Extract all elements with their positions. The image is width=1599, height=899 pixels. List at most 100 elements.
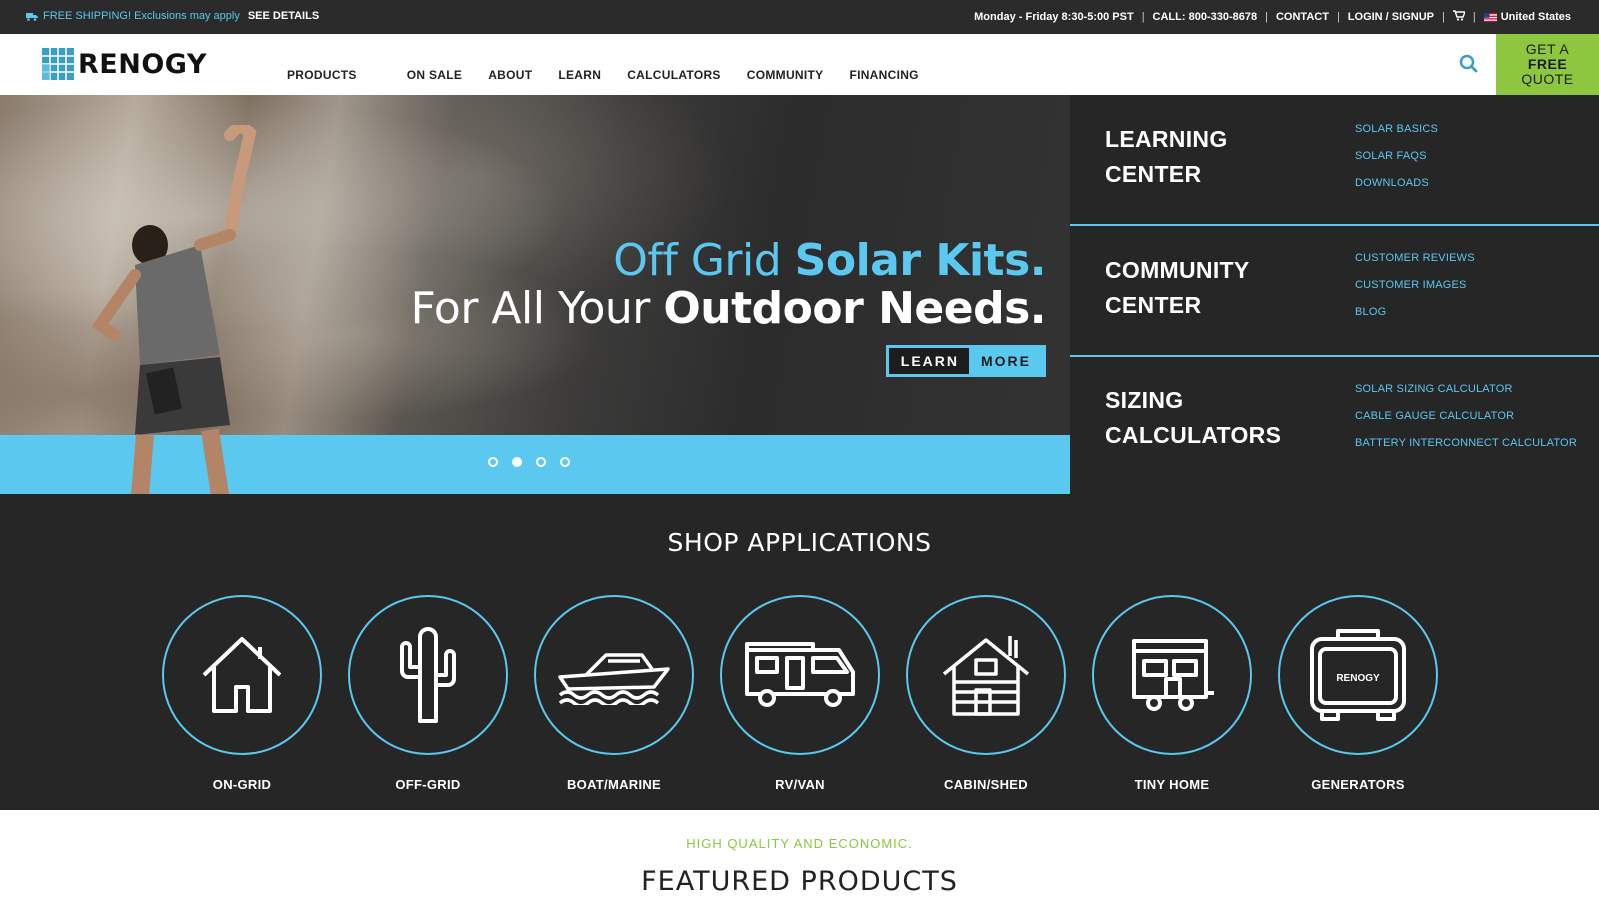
shop-applications-section: SHOP APPLICATIONS ON-GRID OFF-GRID BOAT/… <box>0 494 1599 810</box>
app-cabin-shed[interactable]: CABIN/SHED <box>906 595 1066 792</box>
search-icon[interactable] <box>1457 52 1481 76</box>
sizing-calculators-block: SIZING CALCULATORS SOLAR SIZING CALCULAT… <box>1070 357 1599 488</box>
renogy-logo[interactable]: RENOGY <box>42 48 207 80</box>
app-circle[interactable] <box>534 595 694 755</box>
learning-center-block: LEARNING CENTER SOLAR BASICS SOLAR FAQS … <box>1070 95 1599 226</box>
app-off-grid[interactable]: OFF-GRID <box>348 595 508 792</box>
quote-line-3: QUOTE <box>1521 71 1574 87</box>
link-blog[interactable]: BLOG <box>1355 306 1475 318</box>
app-label: OFF-GRID <box>395 777 461 792</box>
cart-icon[interactable] <box>1452 10 1466 24</box>
boat-icon <box>558 653 670 705</box>
hero-headline-2-bold: Outdoor Needs. <box>663 283 1046 334</box>
link-downloads[interactable]: DOWNLOADS <box>1355 177 1438 189</box>
community-center-title[interactable]: COMMUNITY CENTER <box>1105 253 1250 323</box>
app-circle[interactable] <box>1092 595 1252 755</box>
title-line: CALCULATORS <box>1105 422 1282 448</box>
link-solar-faqs[interactable]: SOLAR FAQS <box>1355 150 1438 162</box>
separator: | <box>1141 11 1145 23</box>
app-boat-marine[interactable]: BOAT/MARINE <box>534 595 694 792</box>
country-selector[interactable]: United States <box>1483 11 1571 23</box>
app-tiny-home[interactable]: TINY HOME <box>1092 595 1252 792</box>
hero-headline-1-light: Off Grid <box>613 235 795 286</box>
generator-brand-label: RENOGY <box>1336 672 1380 684</box>
link-solar-sizing-calculator[interactable]: SOLAR SIZING CALCULATOR <box>1355 383 1577 395</box>
tiny-home-icon <box>1132 639 1214 711</box>
app-circle[interactable] <box>720 595 880 755</box>
top-right-links: Monday - Friday 8:30-5:00 PST | CALL: 80… <box>974 10 1571 24</box>
nav-financing[interactable]: FINANCING <box>849 68 918 82</box>
title-line: CENTER <box>1105 161 1202 187</box>
nav-learn[interactable]: LEARN <box>558 68 601 82</box>
see-details-link[interactable]: SEE DETAILS <box>248 10 319 22</box>
app-circle[interactable] <box>906 595 1066 755</box>
learn-more-button[interactable]: LEARN MORE <box>885 345 1046 377</box>
carousel-dot-2[interactable] <box>512 457 522 467</box>
climber-image <box>91 125 257 494</box>
link-cable-gauge-calculator[interactable]: CABLE GAUGE CALCULATOR <box>1355 410 1577 422</box>
community-center-block: COMMUNITY CENTER CUSTOMER REVIEWS CUSTOM… <box>1070 226 1599 357</box>
link-solar-basics[interactable]: SOLAR BASICS <box>1355 123 1438 135</box>
hero-headline-2-light: For All Your <box>410 283 664 334</box>
separator: | <box>1265 11 1268 23</box>
house-icon <box>202 637 282 713</box>
app-label: ON-GRID <box>212 777 272 792</box>
learning-center-title[interactable]: LEARNING CENTER <box>1105 122 1228 192</box>
link-customer-reviews[interactable]: CUSTOMER REVIEWS <box>1355 252 1475 264</box>
free-shipping-link[interactable]: FREE SHIPPING! Exclusions may apply <box>26 10 240 22</box>
link-battery-interconnect-calculator[interactable]: BATTERY INTERCONNECT CALCULATOR <box>1355 437 1577 449</box>
app-generators[interactable]: RENOGY GENERATORS <box>1278 595 1438 792</box>
title-line: COMMUNITY <box>1105 257 1250 283</box>
carousel-dot-3[interactable] <box>536 457 546 467</box>
nav-products[interactable]: PRODUCTS <box>287 68 357 82</box>
app-circle[interactable] <box>162 595 322 755</box>
community-links: CUSTOMER REVIEWS CUSTOMER IMAGES BLOG <box>1355 252 1475 318</box>
main-nav: PRODUCTS ON SALE ABOUT LEARN CALCULATORS… <box>287 68 919 82</box>
phone-link[interactable]: CALL: 800-330-8678 <box>1153 11 1258 23</box>
app-label: RV/VAN <box>775 777 825 792</box>
country-label: United States <box>1500 11 1571 23</box>
hero-headline-2: For All Your Outdoor Needs. <box>410 283 1047 334</box>
nav-calculators[interactable]: CALCULATORS <box>627 68 721 82</box>
featured-section: HIGH QUALITY AND ECONOMIC. FEATURED PROD… <box>0 810 1599 899</box>
app-circle[interactable]: RENOGY <box>1278 595 1438 755</box>
shop-applications-title: SHOP APPLICATIONS <box>667 528 932 557</box>
contact-link[interactable]: CONTACT <box>1276 11 1329 23</box>
app-on-grid[interactable]: ON-GRID <box>162 595 322 792</box>
shipping-notice: FREE SHIPPING! Exclusions may apply SEE … <box>26 10 319 22</box>
top-utility-bar: FREE SHIPPING! Exclusions may apply SEE … <box>0 0 1599 34</box>
nav-on-sale[interactable]: ON SALE <box>407 68 462 82</box>
carousel-dots <box>488 457 570 467</box>
carousel-dot-1[interactable] <box>488 457 498 467</box>
app-label: CABIN/SHED <box>944 777 1028 792</box>
hero-headline-1-bold: Solar Kits. <box>794 235 1047 286</box>
app-circle[interactable] <box>348 595 508 755</box>
learning-links: SOLAR BASICS SOLAR FAQS DOWNLOADS <box>1355 123 1438 189</box>
app-rv-van[interactable]: RV/VAN <box>720 595 880 792</box>
app-label: BOAT/MARINE <box>566 777 662 792</box>
cabin-icon <box>942 636 1030 716</box>
learn-more-left: LEARN <box>888 348 969 374</box>
app-label: GENERATORS <box>1311 777 1405 792</box>
free-shipping-text: FREE SHIPPING! Exclusions may apply <box>43 10 240 22</box>
title-line: LEARNING <box>1105 126 1228 152</box>
login-signup-link[interactable]: LOGIN / SIGNUP <box>1348 11 1434 23</box>
hero-banner[interactable]: Off Grid Solar Kits. For All Your Outdoo… <box>0 95 1070 494</box>
carousel-dot-4[interactable] <box>560 457 570 467</box>
truck-icon <box>26 12 38 21</box>
learn-more-right: MORE <box>969 348 1043 374</box>
separator: | <box>1441 11 1445 23</box>
separator: | <box>1472 11 1476 23</box>
resource-panel: LEARNING CENTER SOLAR BASICS SOLAR FAQS … <box>1070 95 1599 494</box>
link-customer-images[interactable]: CUSTOMER IMAGES <box>1355 279 1475 291</box>
quote-line-2: FREE <box>1527 56 1568 72</box>
logo-grid-icon <box>42 48 74 80</box>
get-free-quote-button[interactable]: GET A FREE QUOTE <box>1496 34 1599 95</box>
cactus-icon <box>400 627 456 723</box>
title-line: CENTER <box>1105 292 1202 318</box>
sizing-calculators-title[interactable]: SIZING CALCULATORS <box>1105 383 1281 453</box>
application-list: ON-GRID OFF-GRID BOAT/MARINE RV/VAN CABI… <box>162 595 1438 792</box>
nav-community[interactable]: COMMUNITY <box>747 68 824 82</box>
us-flag-icon <box>1483 12 1497 22</box>
nav-about[interactable]: ABOUT <box>488 68 532 82</box>
